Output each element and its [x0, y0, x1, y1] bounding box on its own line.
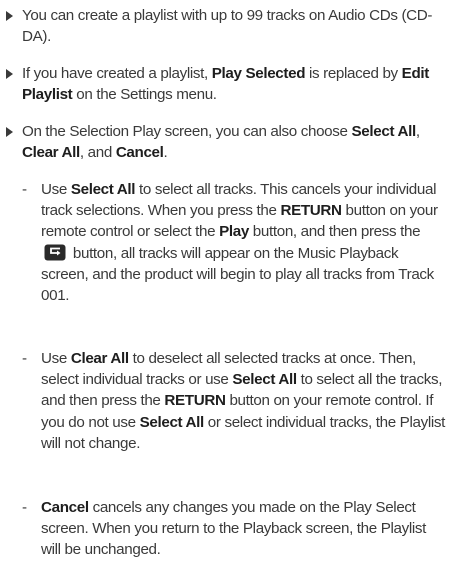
manual-page: You can create a playlist with up to 99 …	[0, 0, 449, 574]
text-run: cancels any changes you made on the Play…	[41, 499, 427, 559]
sub-item-text: Use Clear All to deselect all selected t…	[41, 348, 447, 454]
text-run: is replaced by	[305, 65, 402, 82]
text-run: on the Settings menu.	[72, 86, 217, 104]
text-run: You can create a playlist with up to 99 …	[22, 7, 433, 46]
text-run: .	[163, 144, 168, 162]
bullet-text: On the Selection Play screen, you can al…	[22, 121, 447, 163]
text-run: ,	[415, 123, 420, 140]
sub-item-text: Use Select All to select all tracks. Thi…	[41, 179, 447, 306]
bold-term: Select All	[139, 413, 205, 431]
text-run: Use	[41, 181, 71, 198]
sub-item-dash: -	[22, 181, 27, 198]
text-run: On the Selection Play screen, you can al…	[22, 123, 352, 140]
bold-term: Select All	[70, 181, 136, 198]
bold-term: Play	[219, 223, 249, 241]
bold-term: Cancel	[41, 499, 89, 516]
bold-term: Select All	[232, 371, 297, 389]
text-run: button, all tracks will appear on the Mu…	[41, 244, 434, 305]
bold-term: RETURN	[164, 392, 226, 410]
bold-term: Play Selected	[211, 65, 306, 82]
bullet-text: If you have created a playlist, Play Sel…	[22, 63, 447, 105]
text-run: , and	[79, 144, 116, 162]
bold-term: Clear All	[22, 144, 80, 162]
sub-item-dash: -	[22, 350, 27, 367]
bullet-triangle-icon	[6, 127, 13, 137]
sub-item-text: Cancel cancels any changes you made on t…	[41, 497, 447, 561]
sub-item-dash: -	[22, 499, 27, 516]
bold-term: Cancel	[115, 144, 164, 162]
bullet-triangle-icon	[6, 69, 13, 79]
return-button-icon	[44, 244, 66, 261]
bullet-text: You can create a playlist with up to 99 …	[22, 5, 447, 47]
bold-term: Clear All	[70, 350, 129, 367]
text-run: button, and then press the	[248, 223, 421, 241]
bold-term: Select All	[351, 123, 417, 140]
bullet-triangle-icon	[6, 11, 13, 21]
text-run: If you have created a playlist,	[22, 65, 212, 82]
bold-term: RETURN	[280, 202, 342, 220]
text-run: Use	[41, 350, 71, 367]
